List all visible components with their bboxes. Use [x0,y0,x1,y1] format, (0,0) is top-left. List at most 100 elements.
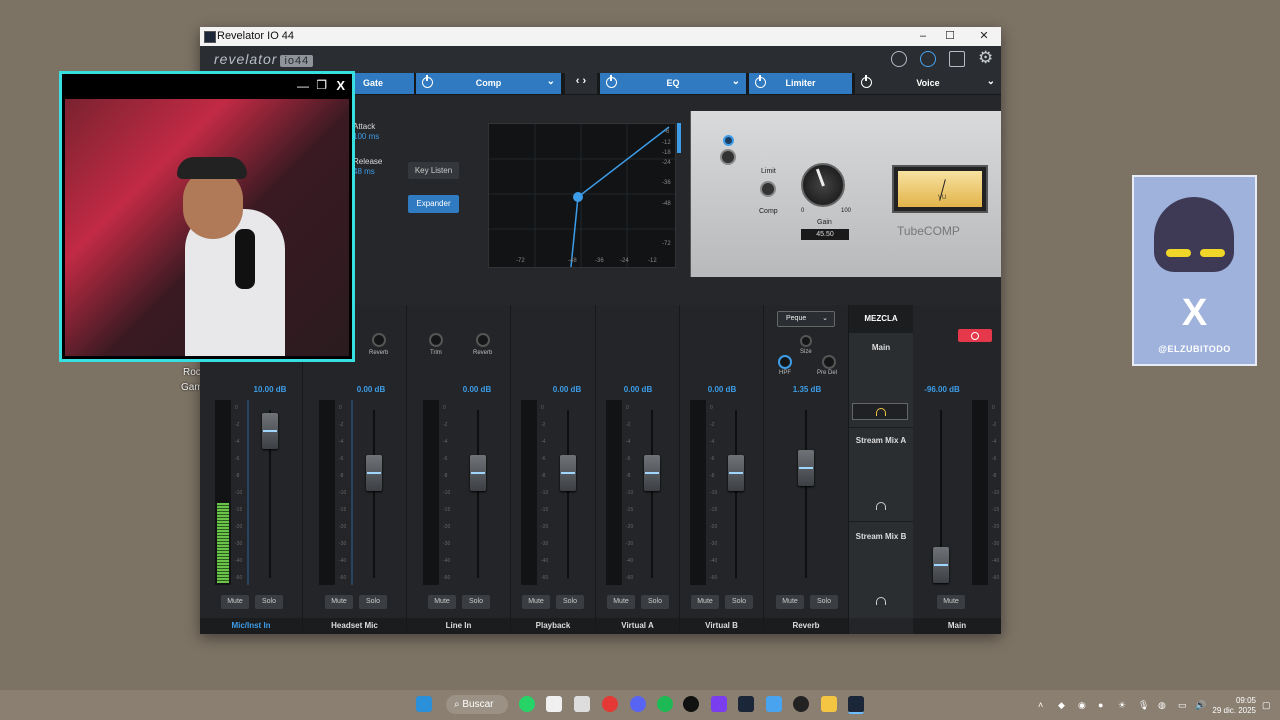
reverb-preset-select[interactable]: Peque ⌄ [777,311,835,327]
channel-name[interactable]: Main [913,618,1001,634]
toggle-switch[interactable] [720,149,736,165]
monitor-select-button[interactable] [852,403,908,420]
windows-start-icon[interactable] [416,696,432,712]
solo-button[interactable]: Solo [641,595,669,609]
mix-main[interactable]: Main [849,333,913,427]
chevron-down-icon[interactable]: ⌄ [987,76,995,87]
solo-button[interactable]: Solo [462,595,490,609]
mute-button[interactable]: Mute [937,595,965,609]
mute-button[interactable]: Mute [325,595,353,609]
trim-knob[interactable] [429,333,443,347]
tab-voice[interactable]: Voice ⌄ [855,73,1001,94]
discord-icon[interactable] [630,696,646,712]
gain-knob[interactable] [801,163,845,207]
notifications-icon[interactable]: ▢ [1262,700,1271,711]
main-fader[interactable] [933,547,949,583]
channel-db-value[interactable]: 0.00 dB [608,385,668,394]
channel-fader[interactable] [728,454,744,491]
mix-stream-a[interactable]: Stream Mix A [849,427,913,522]
gain-value[interactable]: 45.50 [801,229,849,240]
photos-icon[interactable] [766,696,782,712]
attack-value[interactable]: 100 ms [353,132,379,141]
solo-button[interactable]: Solo [810,595,838,609]
desktop-icon-label[interactable]: Roc [183,367,201,378]
folder-icon[interactable] [821,696,837,712]
close-icon[interactable]: X [336,78,345,93]
channel-fader[interactable] [262,413,278,450]
solo-button[interactable]: Solo [255,595,283,609]
channel-db-value[interactable]: 0.00 dB [447,385,507,394]
brightness-icon[interactable]: ☀ [1118,700,1126,711]
tab-comp[interactable]: Comp ⌄ [416,73,561,94]
channel-fader[interactable] [470,454,486,491]
revelator-taskbar-icon[interactable] [738,696,754,712]
obs-icon[interactable] [793,696,809,712]
pre-delay-knob[interactable] [822,355,836,369]
channel-db-value[interactable]: 0.00 dB [341,385,401,394]
limit-comp-switch[interactable] [760,181,776,197]
reverb-knob[interactable] [476,333,490,347]
mixer-icon[interactable] [920,51,936,67]
channel-name[interactable]: Virtual A [596,618,679,634]
tray-app-icon[interactable]: ◆ [1058,700,1065,711]
meter-icon[interactable] [891,51,907,67]
chevron-down-icon[interactable]: ⌄ [732,76,740,87]
gear-icon[interactable]: ⚙ [978,48,993,68]
close-button[interactable]: ✕ [969,28,999,45]
display-icon[interactable]: ▭ [1178,700,1187,711]
volume-icon[interactable]: 🔊 [1195,700,1206,711]
channel-db-value[interactable]: 0.00 dB [537,385,597,394]
main-db-value[interactable]: -96.00 dB [912,385,972,394]
tray-app-icon[interactable]: ◍ [1158,700,1166,711]
mute-button[interactable]: Mute [607,595,635,609]
whatsapp-icon[interactable] [519,696,535,712]
webcam-titlebar[interactable]: — ❐ X [65,77,349,96]
channel-fader[interactable] [644,454,660,491]
reverb-knob[interactable] [372,333,386,347]
minimize-icon[interactable]: — [297,79,309,93]
store-icon[interactable] [546,696,562,712]
channel-db-value[interactable]: 10.00 dB [240,385,300,394]
discord-tray-icon[interactable]: ● [1098,700,1103,710]
mic-icon[interactable]: 🎙 [1138,700,1149,711]
mute-button[interactable]: Mute [221,595,249,609]
channel-db-value[interactable]: 0.00 dB [692,385,752,394]
channel-name[interactable]: Headset Mic [303,618,406,634]
chevron-down-icon[interactable]: ⌄ [547,76,555,87]
mute-button[interactable]: Mute [522,595,550,609]
swap-order-button[interactable]: ‹ › [565,73,597,94]
revelator-active-icon[interactable] [848,696,864,714]
headphones-icon[interactable] [876,597,886,605]
webcam-window[interactable]: — ❐ X [59,71,355,362]
minimize-button[interactable]: – [908,28,938,45]
channel-fader[interactable] [560,454,576,491]
release-value[interactable]: 48 ms [353,167,375,176]
mix-stream-b[interactable]: Stream Mix B [849,521,913,616]
snip-icon[interactable] [574,696,590,712]
tab-eq[interactable]: EQ ⌄ [600,73,746,94]
key-listen-button[interactable]: Key Listen [408,162,459,179]
tray-app-icon[interactable]: ◉ [1078,700,1086,711]
solo-button[interactable]: Solo [725,595,753,609]
record-button[interactable] [958,329,992,342]
solo-button[interactable]: Solo [359,595,387,609]
compressor-curve-graph[interactable]: -6 -12 -18 -24 -36 -48 -72 -72 -48 -36 -… [488,123,676,268]
search-box[interactable]: ⌕ Buscar [446,695,508,714]
mute-button[interactable]: Mute [691,595,719,609]
channel-name[interactable]: Line In [407,618,510,634]
spotify-icon[interactable] [657,696,673,712]
channel-name[interactable]: Playback [511,618,595,634]
expander-button[interactable]: Expander [408,195,459,213]
restore-icon[interactable]: ❐ [316,78,327,92]
channel-fader[interactable] [798,449,814,486]
mute-button[interactable]: Mute [776,595,804,609]
channel-name[interactable]: Mic/Inst In [200,618,302,634]
app-grid-icon[interactable] [711,696,727,712]
mute-button[interactable]: Mute [428,595,456,609]
tab-gate[interactable]: Gate [355,73,414,94]
channel-name[interactable]: Virtual B [680,618,763,634]
channel-db-value[interactable]: 1.35 dB [777,385,837,394]
chevron-up-icon[interactable]: ˄ [1038,700,1043,710]
channel-fader[interactable] [366,454,382,491]
channel-name[interactable]: Reverb [764,618,848,634]
